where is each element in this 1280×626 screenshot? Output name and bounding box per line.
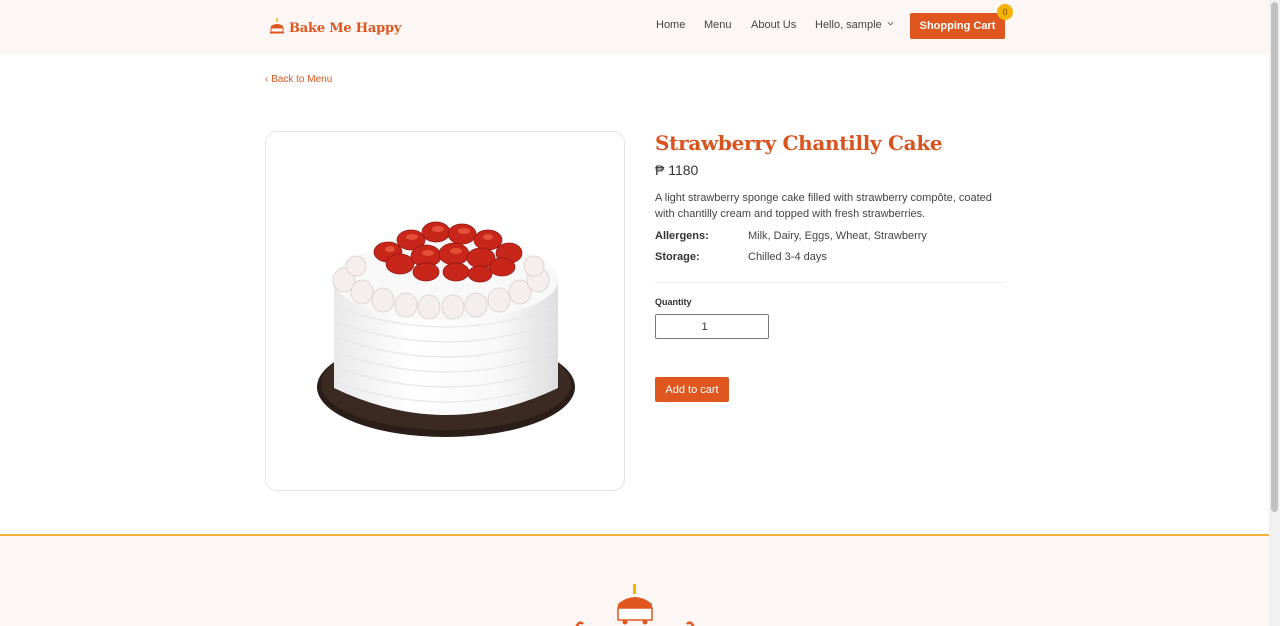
nav-home-link[interactable]: Home bbox=[656, 19, 685, 31]
chevron-down-icon bbox=[886, 19, 895, 31]
section-divider bbox=[655, 282, 1005, 283]
allergens-label: Allergens: bbox=[655, 230, 709, 242]
product-price: ₱ 1180 bbox=[655, 162, 699, 178]
user-menu-dropdown[interactable]: Hello, sample bbox=[815, 19, 895, 31]
brand-logo[interactable]: Bake Me Happy bbox=[268, 17, 401, 40]
allergens-value: Milk, Dairy, Eggs, Wheat, Strawberry bbox=[748, 230, 927, 242]
site-header: Bake Me Happy Home Menu About Us Hello, … bbox=[0, 0, 1269, 54]
quantity-input[interactable] bbox=[655, 314, 769, 339]
site-footer bbox=[0, 534, 1269, 626]
brand-name: Bake Me Happy bbox=[289, 21, 402, 36]
user-greeting: Hello, sample bbox=[815, 19, 882, 31]
storage-value: Chilled 3-4 days bbox=[748, 251, 827, 263]
product-description: A light strawberry sponge cake filled wi… bbox=[655, 192, 992, 220]
quantity-label: Quantity bbox=[655, 297, 692, 307]
footer-cake-logo-icon bbox=[573, 582, 697, 626]
nav-about-link[interactable]: About Us bbox=[751, 19, 796, 31]
product-title: Strawberry Chantilly Cake bbox=[655, 131, 943, 155]
back-to-menu-link[interactable]: ‹ Back to Menu bbox=[265, 74, 332, 85]
add-to-cart-button[interactable]: Add to cart bbox=[655, 377, 729, 402]
cart-count-badge: 0 bbox=[997, 4, 1013, 20]
nav-menu-link[interactable]: Menu bbox=[704, 19, 732, 31]
scrollbar-thumb[interactable] bbox=[1271, 2, 1278, 512]
page-scrollbar[interactable] bbox=[1269, 0, 1280, 626]
shopping-cart-button[interactable]: Shopping Cart bbox=[910, 13, 1005, 39]
product-image bbox=[265, 131, 625, 491]
strawberry-cake-illustration bbox=[317, 221, 575, 437]
storage-label: Storage: bbox=[655, 251, 700, 263]
cake-logo-icon bbox=[268, 17, 286, 40]
